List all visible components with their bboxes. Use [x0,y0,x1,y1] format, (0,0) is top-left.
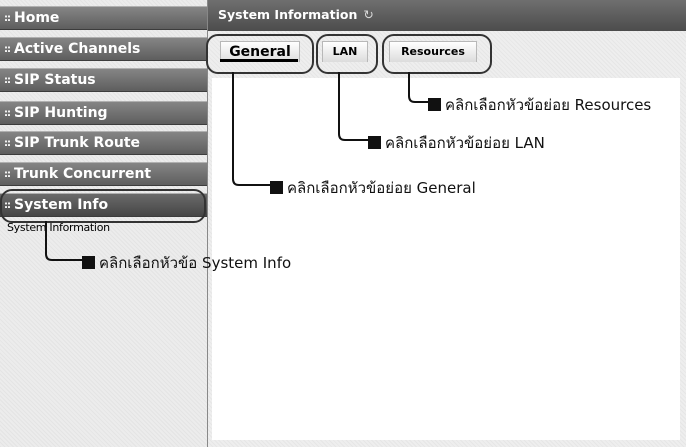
annotation-lines [45,72,428,261]
square-bullet-icon [82,256,95,269]
annotation-text: คลิกเลือกหัวข้อย่อย General [287,179,476,197]
square-bullet-icon [428,98,441,111]
square-bullet-icon [270,181,283,194]
annotation-text: คลิกเลือกหัวข้อ System Info [99,254,292,272]
annotation-text: คลิกเลือกหัวข้อย่อย Resources [445,96,652,114]
annotation-resources: คลิกเลือกหัวข้อย่อย Resources [428,93,651,117]
annotation-system-info: คลิกเลือกหัวข้อ System Info [82,251,291,275]
connector-system-info [45,221,82,261]
square-bullet-icon [368,136,381,149]
annotation-text: คลิกเลือกหัวข้อย่อย LAN [385,134,545,152]
annotation-lan: คลิกเลือกหัวข้อย่อย LAN [368,131,545,155]
annotation-general: คลิกเลือกหัวข้อย่อย General [270,176,476,200]
connector-general [232,72,270,186]
connector-lan [338,72,368,141]
connector-resources [408,72,428,103]
